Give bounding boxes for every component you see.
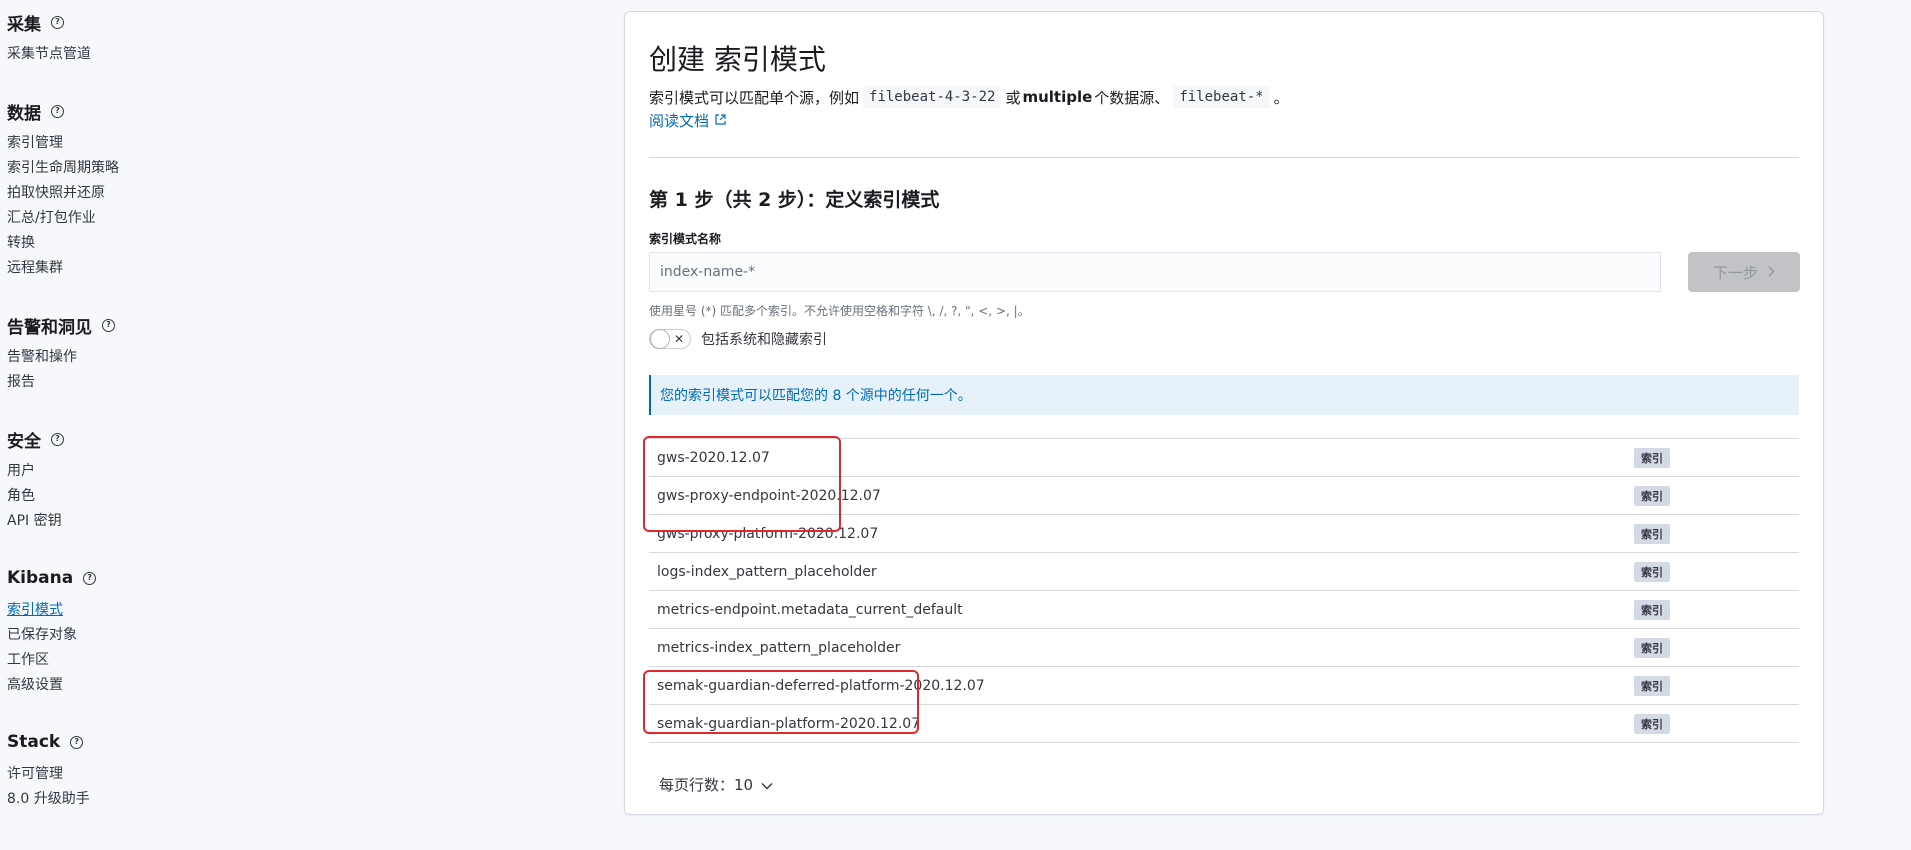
rows-per-page-control[interactable]: 每页行数：10 [659,774,773,795]
section-title-ingest: 采集 ? [7,11,64,35]
highlight-box-semak [643,670,919,734]
source-name: metrics-index_pattern_placeholder [657,639,901,656]
index-badge: 索引 [1634,523,1670,544]
section-title-kibana: Kibana ? [7,567,97,589]
section-title-alerts-insights: 告警和洞见 ? [7,314,115,338]
nav-item-ingest-pipelines[interactable]: 采集节点管道 [7,44,91,64]
nav-item-reporting[interactable]: 报告 [7,372,35,392]
nav-item-advanced-settings[interactable]: 高级设置 [7,675,63,695]
source-name: logs-index_pattern_placeholder [657,563,877,580]
index-badge: 索引 [1634,447,1670,468]
toggle-label: 包括系统和隐藏索引 [701,332,827,348]
close-icon: ✕ [673,332,684,346]
index-badge: 索引 [1634,599,1670,620]
highlight-box-gws [643,436,841,532]
input-help-text: 使用星号 (*) 匹配多个索引。不允许使用空格和字符 \, /, ?, ", <… [649,304,1030,318]
help-icon[interactable]: ? [51,432,64,446]
nav-item-remote-clusters[interactable]: 远程集群 [7,258,63,278]
code-example-single: filebeat-4-3-22 [863,86,1002,108]
help-icon[interactable]: ? [83,571,97,585]
index-pattern-name-input[interactable]: index-name-* [649,252,1661,292]
nav-item-alerts-actions[interactable]: 告警和操作 [7,347,77,367]
match-info-callout: 您的索引模式可以匹配您的 8 个源中的任何一个。 [649,375,1799,415]
nav-item-rollup-jobs[interactable]: 汇总/打包作业 [7,208,96,228]
next-step-button[interactable]: 下一步 [1688,252,1800,292]
nav-item-upgrade-assistant[interactable]: 8.0 升级助手 [7,789,90,809]
index-badge: 索引 [1634,561,1670,582]
index-badge: 索引 [1634,637,1670,658]
page-description: 索引模式可以匹配单个源，例如 filebeat-4-3-22 或 multipl… [649,86,1289,108]
nav-item-roles[interactable]: 角色 [7,486,35,506]
help-icon[interactable]: ? [102,318,115,332]
section-title-data: 数据 ? [7,100,64,124]
table-row: logs-index_pattern_placeholder 索引 [649,553,1799,591]
nav-item-users[interactable]: 用户 [7,461,35,481]
chevron-right-icon [1768,263,1775,281]
chevron-down-icon [761,776,773,794]
nav-item-transforms[interactable]: 转换 [7,233,35,253]
toggle-knob [650,329,670,349]
nav-item-index-management[interactable]: 索引管理 [7,133,63,153]
nav-item-index-patterns[interactable]: 索引模式 [7,600,63,620]
page-title: 创建 索引模式 [649,43,826,76]
create-index-pattern-panel: 创建 索引模式 索引模式可以匹配单个源，例如 filebeat-4-3-22 或… [624,11,1824,815]
divider [649,157,1799,158]
read-docs-link[interactable]: 阅读文档 [649,110,726,131]
table-row: metrics-endpoint.metadata_current_defaul… [649,591,1799,629]
management-sidebar: 采集 ? 采集节点管道 数据 ? 索引管理 索引生命周期策略 拍取快照并还原 汇… [0,0,600,850]
nav-item-license-management[interactable]: 许可管理 [7,764,63,784]
step-title: 第 1 步（共 2 步）：定义索引模式 [649,189,940,211]
index-pattern-name-label: 索引模式名称 [649,232,722,246]
nav-item-snapshot-restore[interactable]: 拍取快照并还原 [7,183,105,203]
section-title-stack: Stack ? [7,731,84,753]
index-badge: 索引 [1634,675,1670,696]
section-title-security: 安全 ? [7,428,64,452]
index-badge: 索引 [1634,713,1670,734]
help-icon[interactable]: ? [51,104,64,118]
include-hidden-toggle-row: ✕ 包括系统和隐藏索引 [649,329,827,349]
nav-item-api-keys[interactable]: API 密钥 [7,511,62,531]
help-icon[interactable]: ? [51,15,64,29]
table-row: metrics-index_pattern_placeholder 索引 [649,629,1799,667]
nav-item-saved-objects[interactable]: 已保存对象 [7,625,77,645]
nav-item-ilm-policies[interactable]: 索引生命周期策略 [7,158,119,178]
index-badge: 索引 [1634,485,1670,506]
include-hidden-toggle[interactable]: ✕ [649,329,691,349]
source-name: metrics-endpoint.metadata_current_defaul… [657,601,963,618]
external-link-icon [715,113,726,128]
code-example-wildcard: filebeat-* [1173,86,1270,108]
help-icon[interactable]: ? [70,735,84,749]
nav-item-spaces[interactable]: 工作区 [7,650,49,670]
